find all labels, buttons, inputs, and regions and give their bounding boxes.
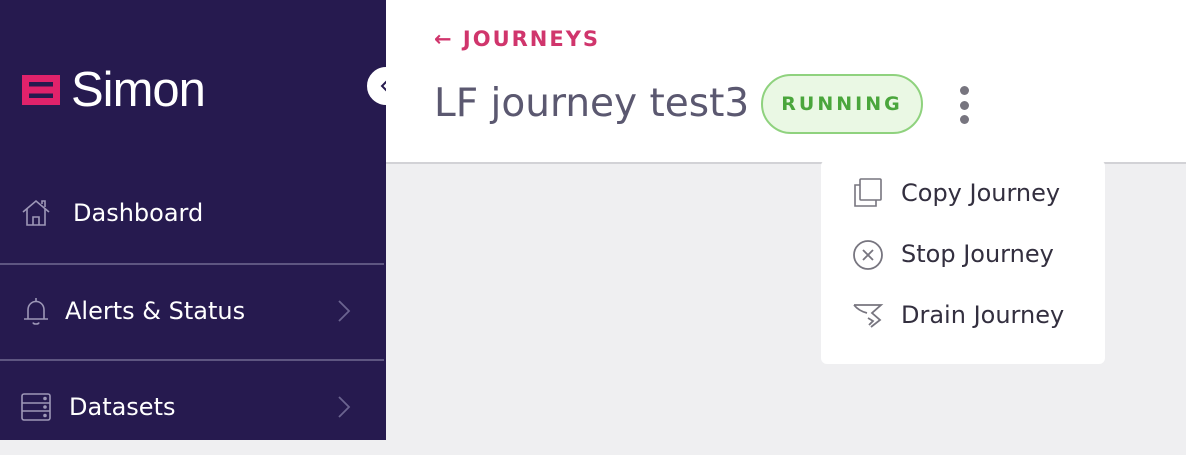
chevron-right-icon (338, 300, 351, 322)
simon-logo-icon (22, 75, 60, 105)
drain-journey-menu-item[interactable]: Drain Journey (821, 289, 1105, 341)
kebab-dot (959, 100, 969, 110)
copy-journey-menu-item[interactable]: Copy Journey (821, 167, 1105, 219)
sidebar-item-alerts-status[interactable]: Alerts & Status (0, 263, 386, 359)
sidebar-item-label: Datasets (69, 393, 176, 421)
drain-icon (853, 304, 884, 328)
stop-journey-menu-item[interactable]: Stop Journey (821, 228, 1105, 280)
stop-circle-icon (853, 240, 883, 270)
database-icon (21, 393, 51, 421)
brand[interactable]: Simon (20, 62, 206, 118)
page-title: LF journey test3 (434, 81, 750, 126)
bell-icon (24, 298, 48, 325)
sidebar-item-label: Alerts & Status (65, 297, 246, 325)
menu-item-label: Copy Journey (901, 179, 1061, 207)
sidebar-item-datasets[interactable]: Datasets (0, 359, 386, 455)
menu-item-label: Drain Journey (901, 301, 1065, 329)
copy-icon (854, 178, 882, 207)
brand-name: Simon (71, 63, 206, 117)
page-header: ← JOURNEYS LF journey test3 RUNNING (386, 0, 1186, 164)
kebab-dot (959, 86, 969, 95)
sidebar-item-label: Dashboard (73, 199, 204, 227)
menu-item-label: Stop Journey (901, 240, 1054, 268)
status-badge: RUNNING (761, 74, 923, 134)
more-options-button[interactable] (952, 86, 976, 124)
chevron-right-icon (338, 396, 351, 418)
sidebar: Simon Dashboard Alerts & Status Datasets (0, 0, 386, 440)
kebab-dot (959, 115, 969, 124)
journey-actions-menu: Copy Journey Stop Journey Drain Journey (821, 160, 1105, 364)
back-to-journeys-link[interactable]: ← JOURNEYS (434, 27, 600, 51)
sidebar-item-dashboard[interactable]: Dashboard (0, 165, 386, 261)
home-icon (22, 199, 50, 226)
